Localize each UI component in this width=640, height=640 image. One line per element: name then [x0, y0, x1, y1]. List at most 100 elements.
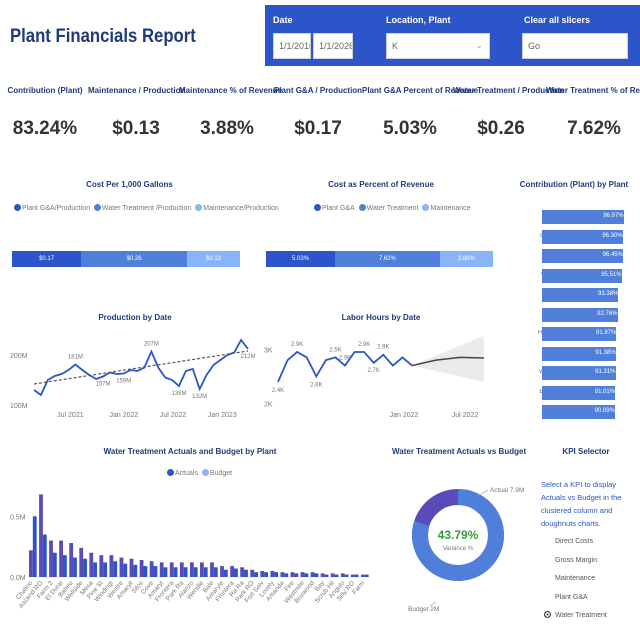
radio-icon[interactable]	[544, 556, 551, 563]
cost-percent-bar: 5.03% 7.62% 3.88%	[266, 251, 493, 267]
x-tick-label: Jul 2021	[57, 412, 84, 419]
bar-data-label: 91.01%	[594, 388, 616, 395]
legend-item: Maintenance	[422, 204, 471, 212]
kpi-label: Plant G&A / Production	[273, 86, 363, 95]
kpi-option[interactable]: Water Treatment	[544, 611, 607, 619]
bar-data-label: 95.51%	[601, 271, 622, 278]
radio-icon[interactable]	[544, 611, 551, 618]
bar-actuals	[350, 574, 355, 577]
kpi-label: Plant G&A Percent of Revenue	[362, 86, 479, 95]
bar-budget	[183, 567, 188, 577]
bar-actuals	[340, 573, 345, 577]
labor-title: Labor Hours by Date	[341, 313, 421, 322]
bar-actuals	[119, 557, 124, 577]
kpi-option[interactable]: Maintenance	[544, 574, 595, 582]
date-end-input[interactable]: 1/1/2026	[313, 33, 353, 59]
radio-icon[interactable]	[544, 537, 551, 544]
bar: 91.38%	[542, 346, 616, 361]
radio-icon[interactable]	[544, 574, 551, 581]
clear-slicers-button[interactable]: Go	[522, 33, 628, 59]
production-line-chart: 200M 100M Jul 2021 Jan 2022 Jul 2022 Jan 2023…	[10, 338, 256, 419]
bar-budget	[334, 574, 339, 577]
bar-row: Hagedorn91.87%	[516, 327, 628, 341]
kpi-option[interactable]: Gross Margin	[544, 556, 597, 564]
kpi-label: Water Treatment % of Revenue	[546, 86, 640, 95]
kpi-selector-title: KPI Selector	[562, 447, 610, 456]
location-value: K	[392, 41, 399, 51]
bar: 92.76%	[542, 307, 618, 322]
kpi-option[interactable]: Direct Costs	[544, 537, 593, 545]
bar-budget	[364, 574, 369, 577]
bar-row: Windingl95.51%	[516, 268, 628, 283]
kpi-value: 5.03%	[383, 118, 437, 139]
bar-actuals	[109, 555, 114, 577]
bar-actuals	[240, 567, 245, 577]
date-start-input[interactable]: 1/1/2016	[273, 33, 311, 59]
data-label: 2.8K	[310, 382, 322, 388]
bar-row: Angulo96.45%	[516, 249, 628, 263]
bar-actuals	[189, 562, 194, 577]
bar-data-label: 91.87%	[596, 330, 617, 336]
location-dropdown[interactable]: K ⌄	[386, 33, 490, 59]
bar-budget	[73, 557, 77, 577]
bar-budget	[83, 558, 87, 577]
bar-row: Amarylt91.38%	[516, 346, 628, 361]
contribution-by-plant-title: Contribution (Plant) by Plant	[519, 180, 629, 189]
slice-label-actual: Actual 7.9M	[490, 487, 524, 494]
stack-segment: $0.17	[12, 251, 82, 267]
chevron-down-icon: ⌄	[475, 40, 483, 50]
x-tick-label: Jan 2023	[208, 412, 237, 419]
legend-item: Maintenance/Production	[195, 204, 279, 212]
radio-icon[interactable]	[544, 593, 551, 600]
y-tick-label: 0.0M	[10, 575, 26, 582]
bar-budget	[294, 573, 299, 577]
kpi-label: Contribution (Plant)	[7, 86, 83, 95]
bar-budget	[123, 563, 128, 577]
kpi-value: $0.26	[477, 118, 525, 139]
bar-budget	[143, 566, 148, 577]
bar-actuals	[49, 540, 53, 577]
kpi-value: $0.17	[294, 118, 342, 139]
data-label: 159M	[116, 379, 131, 385]
bar-data-label: 96.97%	[603, 213, 624, 219]
bar-actuals	[330, 573, 335, 577]
bar-budget	[203, 567, 208, 577]
bar: 93.38%	[542, 288, 619, 302]
kpi-value: 3.88%	[200, 118, 254, 139]
bar-data-label: 96.45%	[602, 252, 623, 258]
bar-actuals	[200, 562, 204, 577]
data-label: 138M	[171, 391, 186, 397]
wt-by-plant-chart: 0.5M0.0MChalinoAscend ROFarm 2El DuraiBa…	[10, 494, 370, 610]
wt-donut-chart: 43.79% Variance % Actual 7.9M Budget 2M	[408, 487, 524, 613]
legend-item: Water Treatment /Production	[94, 204, 191, 212]
y-tick-label: 100M	[10, 403, 28, 410]
data-label: 2.9K	[291, 342, 303, 348]
trend-line	[33, 350, 249, 385]
bar-actuals	[99, 555, 104, 577]
bar-budget	[264, 572, 269, 577]
data-label: 2.5K	[329, 347, 341, 353]
bar-actuals	[260, 570, 265, 577]
bar-budget	[103, 562, 108, 577]
kpi-option-label: Plant G&A	[555, 593, 588, 601]
bar-budget	[244, 569, 248, 577]
date-slicer-label: Date	[273, 15, 293, 25]
labor-line-chart: 3K 2K Jan 2022 Jul 2022 2.4K 2.9K 2.8K 2.9K 2.5K…	[264, 335, 485, 419]
legend-item: Budget	[201, 469, 232, 477]
leader-line	[477, 489, 489, 497]
bar-actuals	[300, 572, 305, 577]
bar-budget	[274, 572, 279, 577]
data-label: 132M	[192, 394, 207, 400]
bar: 91.87%	[542, 327, 617, 341]
bar-actuals	[270, 570, 275, 577]
bar-budget	[32, 516, 37, 577]
legend-item: Water Treatment	[358, 204, 419, 212]
kpi-option[interactable]: Plant G&A	[544, 593, 588, 601]
wt-donut-title: Water Treatment Actuals vs Budget	[392, 447, 527, 456]
legend-item: Plant G&A/Production	[14, 204, 90, 212]
kpi-value: 7.62%	[567, 118, 621, 139]
bar-budget	[344, 574, 349, 577]
kpi-label: Maintenance / Production	[88, 86, 186, 95]
x-tick-label: Jul 2022	[160, 412, 187, 419]
bar-actuals	[79, 547, 84, 577]
